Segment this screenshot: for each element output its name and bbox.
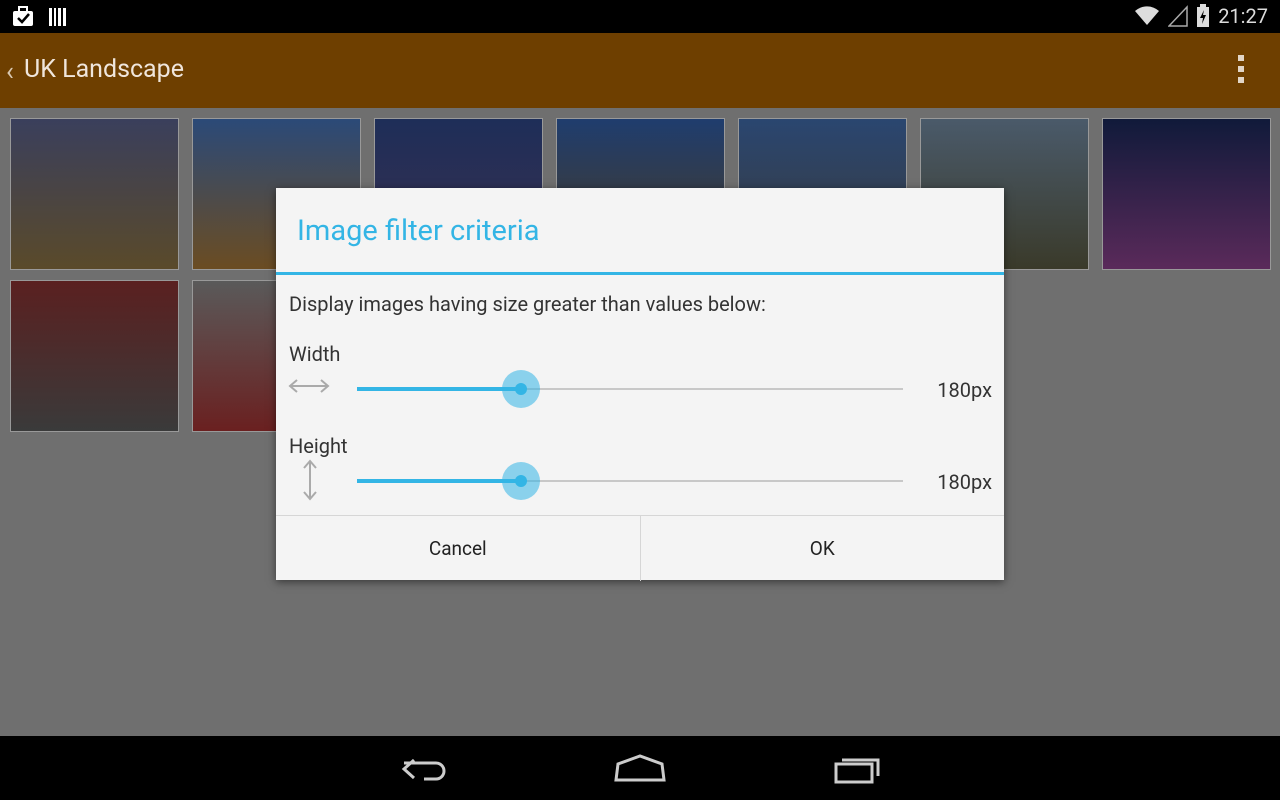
- status-bar: 21:27: [0, 0, 1280, 33]
- width-slider-thumb[interactable]: [501, 370, 540, 408]
- clock: 21:27: [1218, 4, 1268, 28]
- width-slider[interactable]: [357, 370, 903, 408]
- ok-button[interactable]: OK: [639, 516, 1005, 581]
- back-icon[interactable]: [394, 752, 454, 786]
- dialog-divider: [276, 272, 1004, 275]
- signal-icon: [1168, 5, 1188, 27]
- recent-apps-icon[interactable]: [828, 752, 888, 786]
- width-label: Width: [289, 342, 341, 366]
- barcode-icon: [49, 8, 66, 26]
- dialog-description: Display images having size greater than …: [289, 292, 766, 316]
- app-title[interactable]: UK Landscape: [24, 55, 184, 84]
- notification-icons: [12, 6, 68, 28]
- width-value: 180px: [937, 378, 992, 402]
- height-slider-fill: [357, 479, 521, 483]
- wifi-icon: [1135, 6, 1160, 25]
- system-icons: 21:27: [1134, 4, 1268, 28]
- cancel-button[interactable]: Cancel: [276, 516, 640, 581]
- dialog-title: Image filter criteria: [297, 214, 540, 248]
- height-slider-thumb[interactable]: [501, 462, 540, 500]
- home-icon[interactable]: [610, 752, 670, 786]
- image-thumbnail[interactable]: [10, 118, 179, 270]
- back-chevron-icon[interactable]: ‹: [6, 57, 14, 87]
- action-bar: ‹ UK Landscape: [0, 33, 1280, 108]
- height-value: 180px: [937, 470, 992, 494]
- navigation-bar: [0, 736, 1280, 800]
- image-filter-dialog: Image filter criteria Display images hav…: [276, 188, 1004, 581]
- height-slider[interactable]: [357, 462, 903, 500]
- height-label: Height: [289, 434, 348, 458]
- image-thumbnail[interactable]: [1102, 118, 1271, 270]
- width-slider-fill: [357, 387, 521, 391]
- briefcase-check-icon: [13, 6, 33, 26]
- battery-icon: [1197, 4, 1210, 27]
- image-thumbnail[interactable]: [10, 280, 179, 432]
- dialog-buttons: Cancel OK: [276, 515, 1004, 581]
- vertical-arrows-icon: [303, 459, 317, 501]
- overflow-menu-icon[interactable]: [1238, 55, 1244, 83]
- horizontal-arrows-icon: [288, 379, 330, 393]
